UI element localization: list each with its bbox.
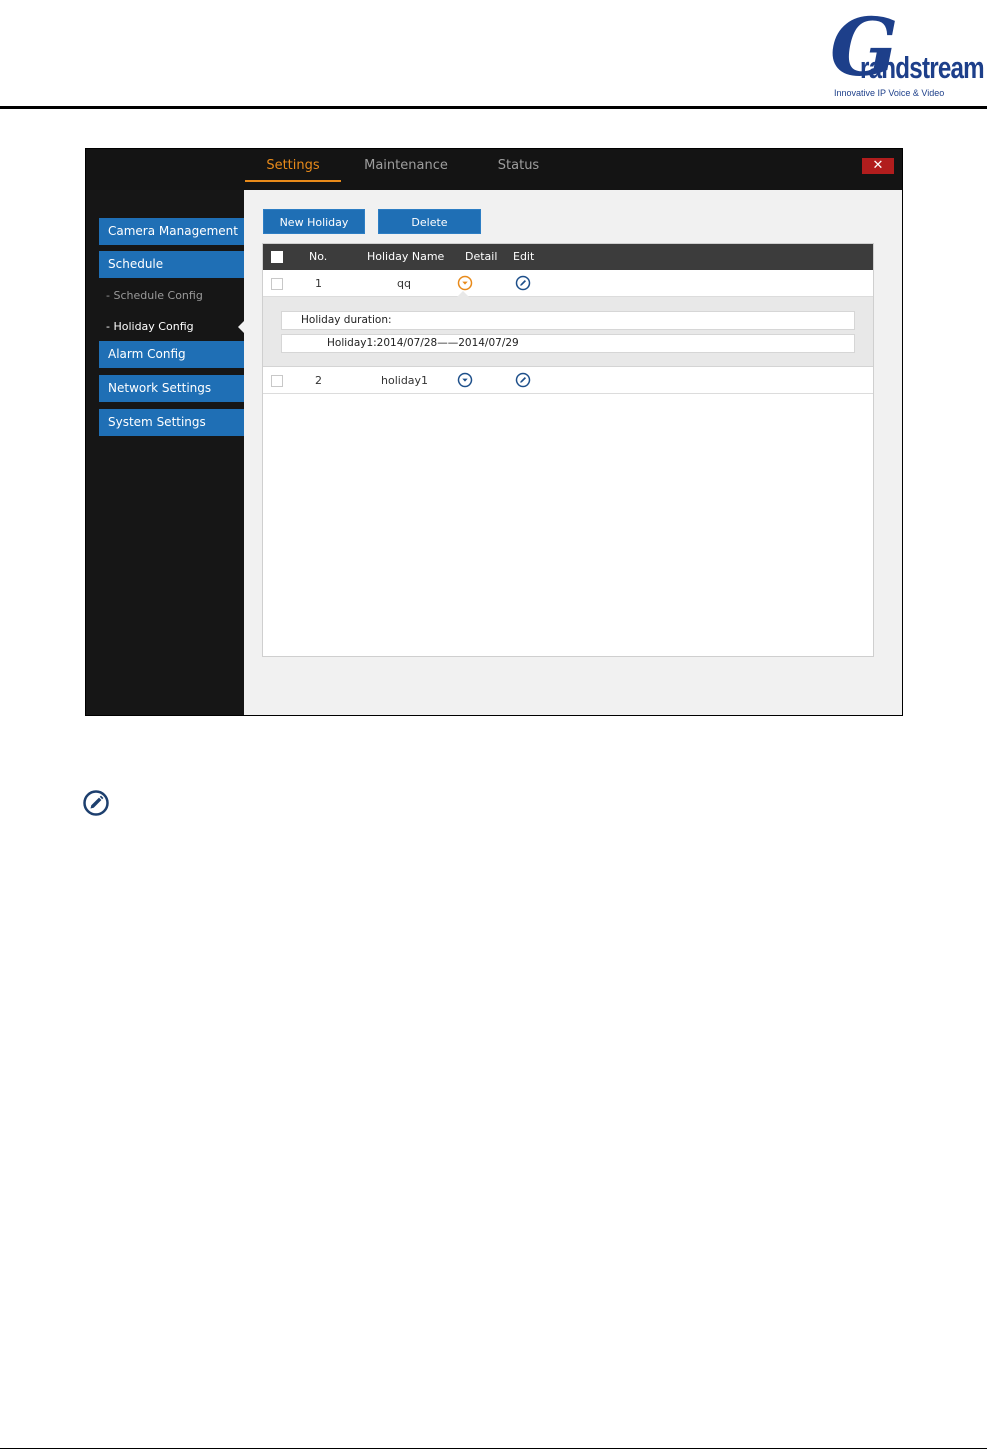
- sidebar-item-schedule-config[interactable]: - Schedule Config: [106, 289, 203, 302]
- holiday-detail-panel: Holiday duration: Holiday1:2014/07/28——2…: [263, 297, 873, 367]
- header-no: No.: [309, 250, 328, 263]
- row-checkbox[interactable]: [271, 278, 283, 290]
- sidebar-item-system-settings[interactable]: System Settings: [99, 409, 244, 436]
- row-no: 1: [315, 277, 322, 290]
- row-no: 2: [315, 374, 322, 387]
- sidebar-item-holiday-config[interactable]: - Holiday Config: [106, 320, 194, 333]
- grandstream-logo: G randstream Innovative IP Voice & Video: [820, 2, 985, 102]
- row-holiday-name: holiday1: [381, 374, 429, 387]
- logo-wordmark: randstream: [860, 50, 985, 85]
- holiday-duration-value: Holiday1:2014/07/28——2014/07/29: [281, 334, 855, 353]
- holiday-duration-label: Holiday duration:: [281, 311, 855, 330]
- row-holiday-name: qq: [397, 277, 411, 290]
- delete-button[interactable]: Delete: [378, 209, 481, 234]
- tab-maintenance[interactable]: Maintenance: [356, 149, 456, 190]
- table-row: 2 holiday1: [263, 367, 873, 394]
- app-window: Settings Maintenance Status ✕ Camera Man…: [85, 148, 903, 716]
- sidebar: Camera Management Schedule - Schedule Co…: [86, 190, 244, 715]
- header-detail: Detail: [465, 250, 498, 263]
- table-header: No. Holiday Name Detail Edit: [263, 244, 873, 270]
- tab-status[interactable]: Status: [486, 149, 551, 190]
- logo-tagline: Innovative IP Voice & Video: [834, 88, 945, 98]
- main-content: New Holiday Delete No. Holiday Name Deta…: [244, 190, 902, 715]
- new-holiday-button[interactable]: New Holiday: [263, 209, 365, 234]
- holiday-table: No. Holiday Name Detail Edit 1 qq Holida…: [262, 243, 874, 657]
- header-rule: [0, 106, 987, 109]
- row-checkbox[interactable]: [271, 375, 283, 387]
- close-button[interactable]: ✕: [862, 158, 894, 174]
- sidebar-item-schedule[interactable]: Schedule: [99, 251, 244, 278]
- chevron-down-circle-icon[interactable]: [457, 275, 473, 291]
- footer-rule: [0, 1448, 987, 1449]
- select-all-checkbox[interactable]: [271, 251, 283, 263]
- pencil-circle-icon[interactable]: [515, 372, 531, 388]
- header-edit: Edit: [513, 250, 535, 263]
- pencil-circle-icon[interactable]: [515, 275, 531, 291]
- top-nav-bar: Settings Maintenance Status ✕: [86, 149, 902, 190]
- header-holiday-name: Holiday Name: [367, 250, 445, 263]
- chevron-down-circle-icon[interactable]: [457, 372, 473, 388]
- note-pencil-icon: [83, 790, 109, 816]
- table-row: 1 qq: [263, 270, 873, 297]
- sidebar-item-alarm-config[interactable]: Alarm Config: [99, 341, 244, 368]
- tab-settings[interactable]: Settings: [245, 149, 341, 190]
- sidebar-item-camera-management[interactable]: Camera Management: [99, 218, 244, 245]
- sidebar-item-network-settings[interactable]: Network Settings: [99, 375, 244, 402]
